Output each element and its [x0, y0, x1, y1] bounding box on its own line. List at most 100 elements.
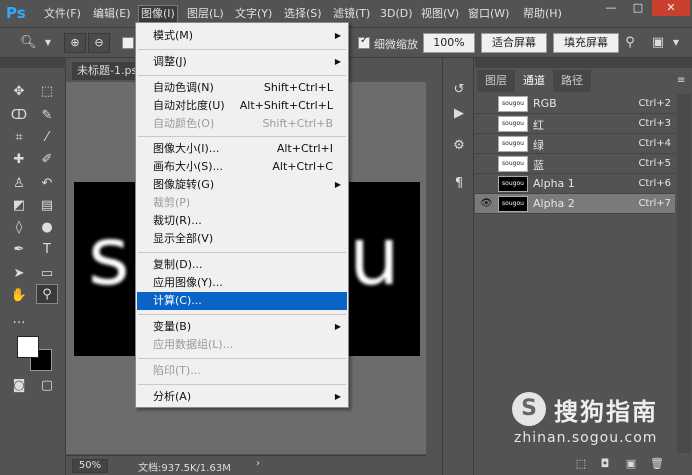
chevron-down-icon[interactable]: ▼: [668, 35, 684, 51]
channel-row-rgb[interactable]: sougou RGB Ctrl+2: [475, 94, 675, 114]
menu-view[interactable]: 视图(V): [421, 6, 459, 22]
quick-select-tool-icon[interactable]: ✎: [36, 106, 58, 126]
menu-item-canvas-size[interactable]: 画布大小(S)... Alt+Ctrl+C: [137, 158, 347, 176]
history-panel-icon[interactable]: ↺: [449, 80, 469, 100]
trash-icon[interactable]: 🗑︎: [649, 456, 665, 472]
zoom-level-field[interactable]: 50%: [72, 459, 108, 473]
menu-item-image-rotation[interactable]: 图像旋转(G) ▶: [137, 176, 347, 194]
type-tool-icon[interactable]: T: [36, 240, 58, 260]
more-tools-icon[interactable]: …: [8, 310, 30, 330]
brush-tool-icon[interactable]: ✐: [36, 150, 58, 170]
channel-shortcut: Ctrl+4: [638, 138, 671, 149]
visibility-toggle[interactable]: [480, 138, 492, 150]
clone-stamp-icon[interactable]: ♙: [8, 174, 30, 194]
menu-image[interactable]: 图像(I): [138, 5, 178, 23]
maximize-button[interactable]: □: [625, 0, 651, 16]
actions-panel-icon[interactable]: ▶: [449, 104, 469, 124]
toolbox: ✥ ⬚ ↀ ✎ ⌗ ⁄ ✚ ✐ ♙ ↶ ◩ ▤ ◊ ● ✒ T ➤ ▭ ✋ ⚲ …: [0, 58, 66, 475]
menu-item-calculations[interactable]: 计算(C)...: [137, 292, 347, 310]
panel-header[interactable]: [475, 58, 692, 68]
screen-mode-icon[interactable]: ▢: [36, 376, 58, 396]
channel-row-green[interactable]: sougou 绿 Ctrl+4: [475, 134, 675, 154]
healing-brush-icon[interactable]: ✚: [8, 150, 30, 170]
tab-paths[interactable]: 路径: [553, 70, 591, 92]
history-brush-icon[interactable]: ↶: [36, 174, 58, 194]
menu-item-adjustments[interactable]: 调整(J) ▶: [137, 53, 347, 71]
zoom-out-button[interactable]: ⊖: [88, 33, 110, 53]
tab-layers[interactable]: 图层: [477, 70, 515, 92]
fill-screen-button[interactable]: 填充屏幕: [553, 33, 619, 53]
zoom-out-icon: ⊖: [94, 36, 104, 49]
resize-windows-checkbox[interactable]: [122, 37, 134, 49]
new-channel-icon[interactable]: ▣: [623, 456, 639, 472]
channel-row-blue[interactable]: sougou 蓝 Ctrl+5: [475, 154, 675, 174]
fit-screen-button[interactable]: 适合屏幕: [481, 33, 547, 53]
toolbox-header[interactable]: [0, 58, 66, 68]
zoom-in-button[interactable]: ⊕: [64, 33, 86, 53]
quick-mask-icon[interactable]: ◙: [8, 376, 30, 396]
menu-item-duplicate[interactable]: 复制(D)...: [137, 256, 347, 274]
menu-help[interactable]: 帮助(H): [523, 6, 562, 22]
foreground-color-swatch[interactable]: [17, 336, 39, 358]
crop-tool-icon[interactable]: ⌗: [8, 128, 30, 148]
menu-item-mode[interactable]: 模式(M) ▶: [137, 27, 347, 45]
document-tab[interactable]: 未标题-1.psd: [72, 62, 142, 80]
pen-tool-icon[interactable]: ✒: [8, 240, 30, 260]
zoom-100-button[interactable]: 100%: [423, 33, 475, 53]
menu-item-auto-tone[interactable]: 自动色调(N) Shift+Ctrl+L: [137, 79, 347, 97]
channel-shortcut: Ctrl+2: [638, 98, 671, 109]
properties-panel-icon[interactable]: ⚙: [449, 136, 469, 156]
lasso-tool-icon[interactable]: ↀ: [8, 106, 30, 126]
channel-name: RGB: [533, 97, 557, 110]
menu-3d[interactable]: 3D(D): [380, 6, 413, 22]
shape-tool-icon[interactable]: ▭: [36, 264, 58, 284]
save-selection-icon[interactable]: ◘: [597, 456, 613, 472]
menu-item-variables[interactable]: 变量(B) ▶: [137, 318, 347, 336]
path-select-icon[interactable]: ➤: [8, 264, 30, 284]
channel-row-alpha-1[interactable]: sougou Alpha 1 Ctrl+6: [475, 174, 675, 194]
menu-item-apply-image[interactable]: 应用图像(Y)...: [137, 274, 347, 292]
visibility-toggle[interactable]: [480, 118, 492, 130]
channel-row-alpha-2[interactable]: 👁︎ sougou Alpha 2 Ctrl+7: [475, 194, 675, 214]
load-selection-icon[interactable]: ⬚: [573, 456, 589, 472]
zoom-tool-icon[interactable]: ⚲: [36, 284, 58, 304]
menu-window[interactable]: 窗口(W): [468, 6, 509, 22]
scrubby-zoom-checkbox[interactable]: [358, 35, 370, 49]
gradient-tool-icon[interactable]: ▤: [36, 196, 58, 216]
chevron-down-icon[interactable]: ▼: [40, 35, 56, 51]
menu-item-analysis[interactable]: 分析(A) ▶: [137, 388, 347, 406]
eyedropper-tool-icon[interactable]: ⁄: [36, 128, 58, 148]
workspace-icon[interactable]: ▣: [650, 35, 666, 51]
menu-edit[interactable]: 编辑(E): [93, 6, 131, 22]
eye-icon[interactable]: 👁︎: [480, 198, 493, 210]
menu-layer[interactable]: 图层(L): [187, 6, 224, 22]
close-button[interactable]: ✕: [652, 0, 690, 16]
channel-row-red[interactable]: sougou 红 Ctrl+3: [475, 114, 675, 134]
menu-select[interactable]: 选择(S): [284, 6, 322, 22]
search-icon[interactable]: ⚲: [622, 35, 638, 51]
visibility-toggle[interactable]: [480, 158, 492, 170]
dodge-tool-icon[interactable]: ●: [36, 218, 58, 238]
menu-item-reveal-all[interactable]: 显示全部(V): [137, 230, 347, 248]
minimize-button[interactable]: —: [598, 0, 624, 16]
menu-item-auto-contrast[interactable]: 自动对比度(U) Alt+Shift+Ctrl+L: [137, 97, 347, 115]
zoom-tool-preset-icon[interactable]: 🔍︎: [20, 35, 37, 51]
menu-separator: [138, 49, 346, 50]
menu-separator: [138, 314, 346, 315]
visibility-toggle[interactable]: [480, 98, 492, 110]
marquee-tool-icon[interactable]: ⬚: [36, 82, 58, 102]
character-panel-icon[interactable]: ¶: [449, 174, 469, 194]
panel-menu-icon[interactable]: ≡: [677, 75, 685, 86]
eraser-tool-icon[interactable]: ◩: [8, 196, 30, 216]
menu-item-trim[interactable]: 裁切(R)...: [137, 212, 347, 230]
move-tool-icon[interactable]: ✥: [8, 82, 30, 102]
blur-tool-icon[interactable]: ◊: [8, 218, 30, 238]
menu-item-image-size[interactable]: 图像大小(I)... Alt+Ctrl+I: [137, 140, 347, 158]
menu-file[interactable]: 文件(F): [44, 6, 81, 22]
status-menu-arrow[interactable]: ›: [256, 458, 260, 469]
visibility-toggle[interactable]: [480, 178, 492, 190]
hand-tool-icon[interactable]: ✋: [8, 286, 30, 306]
menu-filter[interactable]: 滤镜(T): [333, 6, 370, 22]
tab-channels[interactable]: 通道: [515, 70, 553, 92]
menu-type[interactable]: 文字(Y): [235, 6, 272, 22]
